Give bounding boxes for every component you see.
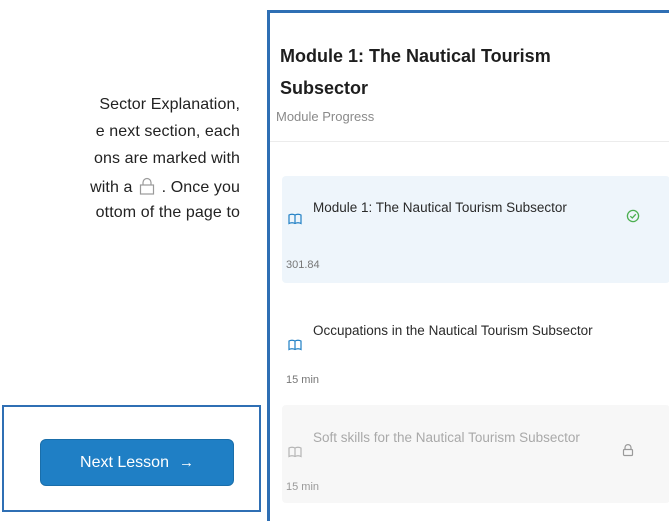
- module-title: Module 1: The Nautical Tourism Subsector: [280, 46, 551, 98]
- lesson-item-module-1[interactable]: Module 1: The Nautical Tourism Subsector…: [282, 176, 669, 283]
- lesson-title: Occupations in the Nautical Tourism Subs…: [313, 323, 593, 338]
- module-progress-label: Module Progress: [276, 109, 375, 124]
- check-circle-icon: [626, 209, 640, 223]
- instruction-line: with a . Once you: [90, 177, 240, 200]
- lock-icon: [139, 177, 155, 200]
- lesson-title: Module 1: The Nautical Tourism Subsector: [313, 200, 567, 215]
- lock-icon: [621, 443, 635, 457]
- divider: [270, 141, 669, 142]
- instruction-fragment: . Once you: [161, 179, 240, 196]
- lesson-item-occupations[interactable]: Occupations in the Nautical Tourism Subs…: [282, 298, 669, 394]
- book-open-icon: [288, 445, 302, 458]
- next-lesson-frame: Next Lesson →: [2, 405, 261, 512]
- next-lesson-label: Next Lesson: [80, 453, 169, 471]
- screenshot-root: Sector Explanation, e next section, each…: [0, 0, 669, 521]
- book-open-icon: [288, 338, 302, 351]
- instruction-fragment: with a: [90, 179, 133, 196]
- lesson-title: Soft skills for the Nautical Tourism Sub…: [313, 430, 580, 445]
- arrow-right-icon: →: [178, 454, 194, 471]
- module-progress-panel: Module 1: The Nautical Tourism Subsector…: [267, 10, 669, 521]
- instruction-line: ons are marked with: [94, 150, 240, 167]
- instruction-line: Sector Explanation,: [99, 96, 240, 113]
- book-open-icon: [288, 212, 302, 225]
- lesson-item-soft-skills: Soft skills for the Nautical Tourism Sub…: [282, 405, 669, 503]
- next-lesson-button[interactable]: Next Lesson →: [40, 439, 234, 486]
- lesson-duration: 301.84: [286, 259, 320, 271]
- lesson-duration: 15 min: [286, 481, 320, 493]
- instruction-line: ottom of the page to: [95, 204, 240, 221]
- lesson-duration: 15 min: [286, 374, 320, 386]
- instruction-line: e next section, each: [95, 123, 240, 140]
